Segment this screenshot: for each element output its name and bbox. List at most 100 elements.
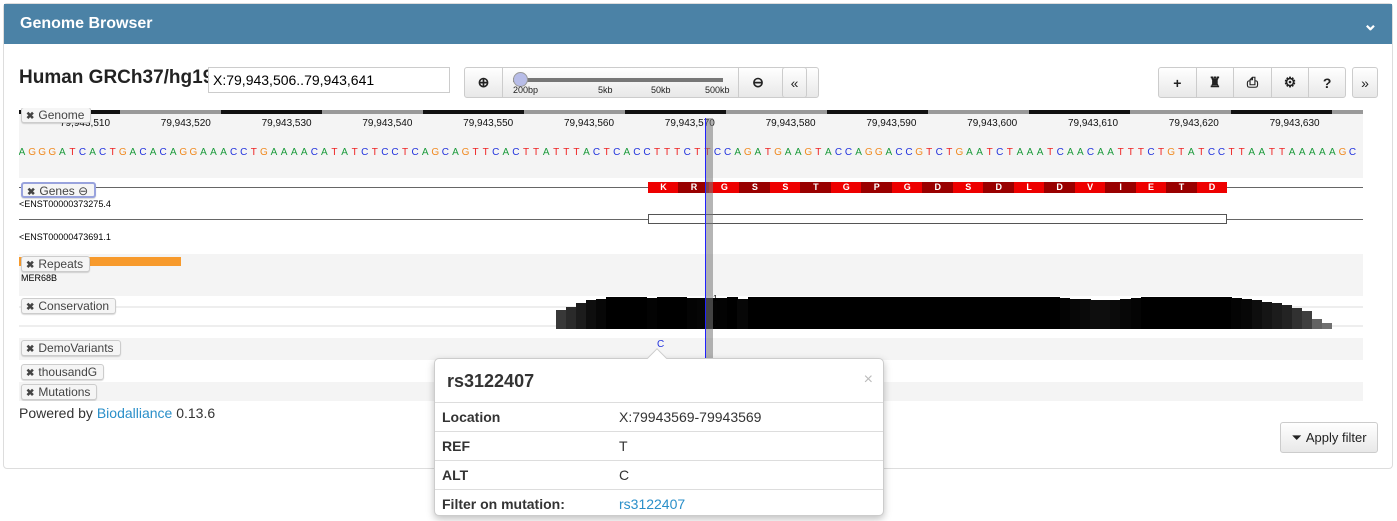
- base: A: [290, 147, 298, 158]
- track-name: Conservation: [38, 299, 110, 313]
- base: T: [1117, 147, 1124, 158]
- conservation-bar: [777, 297, 789, 329]
- track-label-genome[interactable]: ✖ Genome: [21, 108, 92, 123]
- base: T: [563, 147, 570, 158]
- base: T: [694, 147, 701, 158]
- transcript-label: <ENST00000473691.1: [19, 232, 111, 242]
- base: A: [1036, 147, 1044, 158]
- mutation-filter-link[interactable]: rs3122407: [619, 490, 685, 519]
- base: T: [533, 147, 540, 158]
- base: C: [643, 147, 651, 158]
- base: C: [683, 147, 691, 158]
- conservation-bar: [999, 297, 1010, 329]
- base: A: [149, 147, 157, 158]
- minus-circle-icon[interactable]: ⊖: [78, 184, 88, 198]
- base: T: [1278, 147, 1286, 158]
- base: C: [159, 147, 167, 158]
- print-icon[interactable]: ⎙: [1234, 68, 1272, 97]
- base: T: [553, 147, 560, 158]
- zoom-label: 500kb: [705, 85, 730, 95]
- conservation-bar: [858, 297, 869, 329]
- amino-acid: K: [648, 182, 679, 193]
- base: T: [603, 147, 610, 158]
- base: A: [1308, 147, 1316, 158]
- conservation-bar: [1160, 297, 1172, 329]
- amino-acid: D: [922, 182, 954, 193]
- apply-filter-button[interactable]: ⏷ Apply filter: [1280, 422, 1378, 453]
- base: A: [300, 147, 308, 158]
- base: T: [472, 147, 479, 158]
- base: A: [542, 147, 550, 158]
- base: A: [1187, 147, 1195, 158]
- ruler-tick: 79,943,620: [1168, 118, 1219, 129]
- conservation-bar: [1301, 311, 1313, 329]
- base: T: [1228, 147, 1235, 158]
- base: T: [371, 147, 378, 158]
- track-label-thousandg[interactable]: ✖ thousandG: [21, 364, 105, 380]
- conservation-bar: [626, 297, 637, 329]
- conservation-bar: [1312, 319, 1323, 329]
- conservation-plot: [19, 297, 1363, 329]
- conservation-bar: [989, 297, 1000, 329]
- ruler-tick: 79,943,610: [1067, 118, 1119, 129]
- row-value: C: [619, 467, 630, 483]
- biodalliance-link[interactable]: Biodalliance: [97, 405, 173, 421]
- help-icon[interactable]: ?: [1309, 68, 1345, 97]
- gears-icon[interactable]: ⚙: [1272, 68, 1310, 97]
- base: A: [825, 147, 832, 158]
- base: A: [169, 147, 177, 158]
- zoom-out-icon[interactable]: ⊖: [739, 68, 777, 97]
- conservation-bar: [646, 297, 658, 329]
- conservation-min-label: 0: [713, 319, 718, 328]
- conservation-bar: [727, 297, 738, 329]
- track-label-mutations[interactable]: ✖ Mutations: [21, 384, 98, 400]
- base: A: [1288, 147, 1296, 158]
- base: C: [381, 147, 389, 158]
- track-label-conservation[interactable]: ✖ Conservation: [21, 298, 117, 314]
- base: C: [613, 147, 621, 158]
- base: C: [1348, 147, 1357, 158]
- base: T: [1178, 147, 1185, 158]
- conservation-bar: [908, 297, 920, 329]
- amino-acid: L: [1013, 182, 1045, 193]
- zoom-in-icon[interactable]: ⊕: [465, 68, 503, 97]
- amino-acid: S: [952, 182, 984, 193]
- chevron-down-icon[interactable]: ⌄: [1363, 4, 1378, 44]
- conservation-bar: [979, 297, 990, 329]
- conservation-bar: [656, 297, 668, 329]
- ruler-tick: 79,943,600: [967, 118, 1018, 129]
- conservation-bar: [949, 297, 960, 329]
- apply-filter-label: Apply filter: [1305, 430, 1367, 445]
- binoculars-icon[interactable]: ♜: [1197, 68, 1235, 97]
- close-icon[interactable]: ×: [864, 371, 873, 389]
- zoom-slider[interactable]: 200bp 5kb 50kb 500kb: [503, 68, 739, 97]
- location-input[interactable]: [208, 67, 450, 93]
- conservation-bar: [1281, 305, 1293, 329]
- track-label-repeats[interactable]: ✖ Repeats: [21, 256, 91, 272]
- conservation-bar: [737, 298, 748, 329]
- conservation-bar: [1170, 297, 1182, 329]
- amino-acid: D: [1044, 182, 1076, 193]
- powered-by: Powered by: [19, 405, 93, 421]
- conservation-bar: [888, 297, 899, 329]
- track-label-genes[interactable]: ✖ Genes ⊖: [21, 182, 97, 198]
- conservation-bar: [576, 303, 587, 329]
- base: G: [955, 147, 964, 158]
- position-cursor[interactable]: [705, 118, 713, 358]
- base: T: [573, 147, 580, 158]
- collapse-right-button[interactable]: »: [1352, 67, 1378, 98]
- conservation-bar: [808, 297, 819, 329]
- collapse-left-button[interactable]: «: [782, 67, 807, 98]
- base: A: [794, 147, 802, 158]
- tool-buttons: + ♜ ⎙ ⚙ ?: [1158, 67, 1346, 98]
- conservation-bar: [556, 309, 567, 329]
- amino-acid: P: [861, 182, 893, 193]
- popup-row: Filter on mutation: rs3122407: [435, 490, 883, 519]
- plus-icon[interactable]: +: [1159, 68, 1197, 97]
- amino-acid: T: [1166, 182, 1198, 193]
- ruler-tick: 79,943,530: [261, 118, 312, 129]
- base: C: [441, 147, 449, 158]
- base: T: [109, 147, 116, 158]
- track-label-demovariants[interactable]: ✖ DemoVariants: [21, 340, 121, 356]
- conservation-bar: [1049, 297, 1061, 329]
